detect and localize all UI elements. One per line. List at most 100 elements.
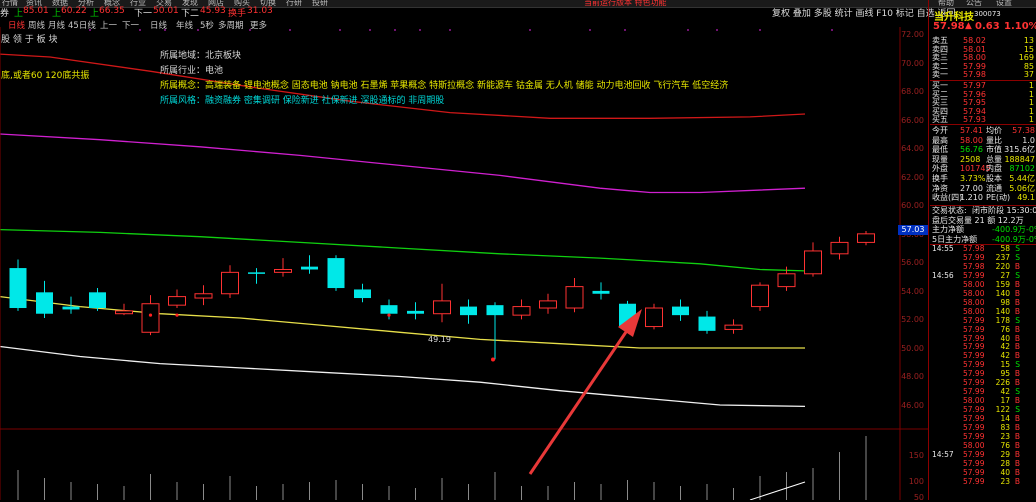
stat-label: 换手 — [932, 174, 948, 183]
candle-body-down — [248, 272, 265, 274]
ma-line-magenta — [0, 133, 806, 194]
label-d: 下一 — [134, 9, 153, 19]
event-dot — [89, 29, 91, 31]
current-price-tag: 57.03 — [898, 225, 928, 235]
low-price-marker: 49.19 — [428, 335, 451, 344]
event-dot — [339, 29, 341, 31]
ma-line-yellow — [0, 295, 805, 349]
stats-divider — [930, 124, 1036, 125]
candle-body-up — [115, 310, 133, 315]
event-dot — [369, 29, 371, 31]
stat-value: 5.44亿 — [1009, 174, 1035, 183]
event-dot — [449, 29, 451, 31]
event-dot — [759, 29, 761, 31]
ob-label: 卖一 — [932, 70, 948, 80]
stat-label: 收益(四) — [932, 193, 963, 203]
main-flow-pct: -0% — [1026, 225, 1036, 234]
price-change: 0.63 — [975, 21, 1000, 32]
kline-chart[interactable] — [0, 27, 928, 500]
tick-time: 14:55 — [932, 244, 954, 253]
candle-body-down — [460, 306, 477, 316]
candle-body-up — [777, 273, 796, 288]
price-tick-label: 62.00 — [901, 172, 924, 182]
quote-toolbar: 券 上 85.01 上 60.22 上 66.35 下一 50.01 下二 45… — [0, 6, 956, 19]
price-tick-label: 46.00 — [901, 401, 924, 410]
price-tick-label: 60.00 — [901, 201, 924, 211]
stat-row: 最高 58.00 量比 1.0 — [930, 136, 1036, 146]
candle-body-down — [9, 268, 27, 309]
price-tick-label: 54.00 — [901, 286, 924, 296]
label-e: 下二 — [181, 9, 200, 19]
main-flow-5d-label: 5日主力净额 — [932, 234, 978, 244]
indicator-label: 底,或者60 120底共振 — [1, 71, 90, 81]
trade-status-value: 闭市阶段 15:30:00 — [972, 206, 1036, 215]
event-dot — [687, 29, 689, 31]
label-b: 上 — [52, 9, 62, 19]
stat-label: 今开 — [932, 126, 948, 135]
main-flow-label: 主力净额 — [932, 225, 964, 234]
ma-line-green — [0, 228, 806, 272]
candle-body-down — [301, 266, 318, 270]
label-f: 换手 — [228, 9, 247, 19]
ma-line-white — [0, 345, 806, 408]
candle-body-up — [433, 300, 451, 315]
price-axis: 72.0070.0068.0066.0064.0062.0060.0058.00… — [880, 0, 928, 502]
candle-body-up — [539, 300, 557, 309]
candle-body-down — [89, 292, 106, 309]
stat-label: 现量 — [932, 154, 948, 164]
stat-label: 最低 — [932, 145, 948, 155]
candle-body-up — [645, 307, 663, 328]
volume-bars — [17, 436, 867, 500]
main-flow-value: -400.9万 — [992, 225, 1026, 234]
stat-label: 外盘 — [932, 164, 948, 174]
industry-info: 所属行业：电池 — [160, 66, 224, 76]
event-dot — [197, 29, 199, 31]
candle-body-up — [751, 284, 769, 308]
candle-body-up — [857, 233, 875, 243]
signal-dot — [148, 313, 153, 317]
stock-code: 300073 — [974, 10, 1001, 18]
candle-body-down — [354, 289, 371, 299]
value-a: 85.01 — [23, 6, 49, 16]
event-dot — [831, 29, 833, 31]
ob-volume: 37 — [1023, 70, 1034, 80]
label-c: 上 — [90, 9, 100, 19]
stat-label: PE(动) — [986, 193, 1011, 203]
stat-label: 市值 — [986, 145, 1002, 155]
candle-body-down — [327, 258, 345, 289]
event-dot — [419, 29, 421, 31]
stat-label: 流通 — [986, 183, 1002, 193]
price-tick-label: 48.00 — [901, 372, 924, 382]
event-dot — [164, 29, 166, 31]
event-dot — [289, 29, 291, 31]
stat-row: 换手 3.73% 股本 5.44亿 — [930, 174, 1036, 184]
volume-tick-label: 150 — [908, 451, 924, 460]
tick-side: B — [1014, 476, 1020, 486]
candle-body-up — [512, 306, 531, 316]
stat-value: 49.1 — [1017, 193, 1035, 203]
event-dot — [716, 29, 718, 31]
candle-body-down — [672, 306, 689, 316]
candle-body-down — [62, 306, 80, 310]
stat-value: 1.210 — [960, 193, 983, 203]
moving-averages — [0, 53, 806, 408]
tick-price: 57.99 — [963, 476, 985, 486]
stat-label: 总量 — [986, 154, 1002, 164]
price-tick-label: 56.00 — [901, 258, 924, 268]
stat-label: 股本 — [986, 174, 1002, 183]
main-flow-5d-pct: -0% — [1026, 234, 1036, 244]
trade-status-label: 交易状态: — [932, 206, 967, 215]
arrow-shaft — [528, 328, 630, 475]
stat-label: 净资 — [932, 183, 948, 193]
candle-body-down — [36, 292, 53, 314]
price-tick-label: 50.00 — [901, 343, 924, 353]
event-dot — [394, 29, 396, 31]
toolbar-fragment: 券 — [0, 9, 10, 19]
stat-value: 3.73% — [960, 174, 986, 183]
stat-value: 315.6亿 — [1004, 145, 1035, 155]
event-dot — [529, 29, 531, 31]
ask-row[interactable]: 卖一 57.98 37 — [930, 71, 1036, 80]
tick-volume: 23 — [1000, 476, 1010, 486]
event-dot — [589, 29, 591, 31]
value-d: 50.01 — [153, 6, 179, 16]
